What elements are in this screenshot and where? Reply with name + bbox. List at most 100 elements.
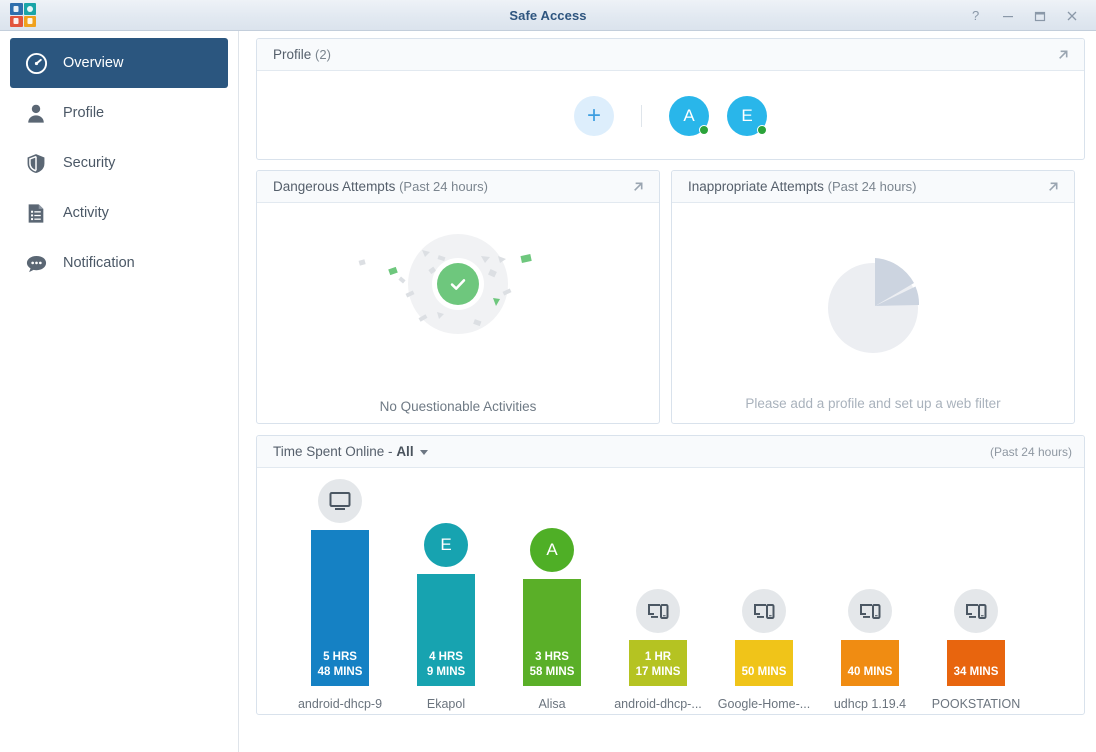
time-spent-online-header: Time Spent Online - All (Past 24 hours)	[257, 436, 1084, 468]
bar-category-label: android-dhcp-9	[297, 697, 383, 711]
sidebar-item-notification[interactable]: Notification	[10, 238, 228, 288]
dangerous-attempts-title: Dangerous Attempts (Past 24 hours)	[273, 179, 488, 194]
bar[interactable]: 34 MINS	[947, 640, 1005, 686]
profile-avatar-badge: E	[424, 523, 468, 567]
sidebar-item-activity[interactable]: Activity	[10, 188, 228, 238]
bar-value-label: 4 HRS	[429, 651, 463, 663]
bar-value-label: 48 MINS	[317, 666, 363, 678]
bar-value-label: 40 MINS	[847, 666, 893, 678]
gauge-icon	[23, 50, 49, 76]
divider	[641, 104, 642, 127]
maximize-button[interactable]	[1024, 0, 1056, 31]
add-profile-button[interactable]: +	[574, 95, 614, 136]
avatar[interactable]: A	[669, 95, 709, 136]
close-button[interactable]	[1056, 0, 1088, 31]
sidebar-item-profile[interactable]: Profile	[10, 88, 228, 138]
bar-column[interactable]: 5 HRS 48 MINS android-dhcp-9	[287, 479, 393, 714]
bar-chart-bars: 5 HRS 48 MINS android-dhcp-9 E 4 HRS 9 MINS Ek…	[257, 468, 1084, 714]
sidebar-item-overview[interactable]: Overview	[10, 38, 228, 88]
inappropriate-attempts-body: Please add a profile and set up a web fi…	[672, 203, 1074, 424]
sidebar-item-label: Notification	[63, 255, 135, 271]
bar-value-label: 1 HR	[644, 651, 672, 663]
attempts-row: Dangerous Attempts (Past 24 hours) No Qu…	[256, 170, 1085, 424]
profile-panel: Profile (2) + A E	[256, 38, 1085, 160]
profile-list: + A E	[257, 71, 1084, 160]
avatar-initial: A	[683, 105, 695, 125]
svg-text:?: ?	[972, 9, 979, 22]
devices-icon	[848, 589, 892, 633]
expand-arrow-icon[interactable]	[629, 178, 647, 196]
devices-icon	[636, 589, 680, 633]
bar[interactable]: 4 HRS 9 MINS	[417, 574, 475, 686]
chat-bubble-icon	[23, 250, 49, 276]
bar-value-label: 9 MINS	[426, 666, 466, 678]
inappropriate-attempts-title: Inappropriate Attempts (Past 24 hours)	[688, 179, 917, 194]
window-title-bar: Safe Access ?	[0, 0, 1096, 31]
bar-column[interactable]: 50 MINS Google-Home-...	[711, 589, 817, 714]
time-spent-online-title: Time Spent Online - All	[273, 444, 428, 459]
pie-chart-icon	[818, 250, 928, 360]
bar-value-label: 34 MINS	[953, 666, 999, 678]
dangerous-attempts-header: Dangerous Attempts (Past 24 hours)	[257, 171, 659, 203]
chevron-down-icon[interactable]	[419, 449, 428, 455]
bar-category-label: udhcp 1.19.4	[833, 697, 907, 711]
period-label: (Past 24 hours)	[989, 444, 1072, 459]
bar-column[interactable]: E 4 HRS 9 MINS Ekapol	[393, 523, 499, 714]
profile-panel-header: Profile (2)	[257, 39, 1084, 71]
avatar[interactable]: E	[727, 95, 767, 136]
sidebar-item-label: Security	[63, 155, 116, 171]
bar-value-label: 5 HRS	[323, 651, 357, 663]
online-status-dot	[699, 124, 709, 135]
bar[interactable]: 40 MINS	[841, 640, 899, 686]
inappropriate-empty-text: Please add a profile and set up a web fi…	[745, 396, 1001, 411]
window-controls: ?	[960, 0, 1088, 31]
bar-value-label: 17 MINS	[635, 666, 681, 678]
expand-arrow-icon[interactable]	[1044, 178, 1062, 196]
dangerous-attempts-body: No Questionable Activities	[257, 203, 659, 424]
minimize-button[interactable]	[992, 0, 1024, 31]
person-icon	[23, 100, 49, 126]
devices-icon	[742, 589, 786, 633]
bar-value-label: 3 HRS	[535, 651, 569, 663]
time-spent-online-chart: 5 HRS 48 MINS android-dhcp-9 E 4 HRS 9 MINS Ek…	[257, 468, 1084, 714]
inappropriate-attempts-header: Inappropriate Attempts (Past 24 hours)	[672, 171, 1074, 203]
shield-icon	[23, 150, 49, 176]
period-label: (Past 24 hours)	[827, 179, 917, 194]
bar-column[interactable]: 1 HR 17 MINS android-dhcp-...	[605, 589, 711, 714]
avatar-initial: E	[741, 105, 753, 125]
bar-column[interactable]: A 3 HRS 58 MINS Alisa	[499, 528, 605, 714]
monitor-icon	[318, 479, 362, 523]
bar[interactable]: 1 HR 17 MINS	[629, 640, 687, 686]
check-circle-icon	[437, 263, 479, 305]
safe-access-window: Safe Access ? Overview Profile Security …	[0, 0, 1096, 752]
bar-column[interactable]: 40 MINS udhcp 1.19.4	[817, 589, 923, 714]
bar[interactable]: 3 HRS 58 MINS	[523, 579, 581, 686]
expand-arrow-icon[interactable]	[1054, 46, 1072, 64]
confetti-illustration	[343, 228, 573, 363]
bar-column[interactable]: 34 MINS POOKSTATION	[923, 589, 1029, 714]
profile-panel-title: Profile (2)	[273, 47, 331, 62]
time-spent-online-panel: Time Spent Online - All (Past 24 hours) …	[256, 435, 1085, 715]
bar[interactable]: 5 HRS 48 MINS	[311, 530, 369, 686]
sidebar-item-security[interactable]: Security	[10, 138, 228, 188]
page-title: Safe Access	[509, 8, 587, 23]
profile-count: (2)	[315, 47, 331, 62]
bar-category-label: Ekapol	[426, 697, 466, 711]
bar-category-label: Google-Home-...	[717, 697, 811, 711]
help-button[interactable]: ?	[960, 0, 992, 31]
profile-avatar-badge: A	[530, 528, 574, 572]
dangerous-attempts-panel: Dangerous Attempts (Past 24 hours) No Qu…	[256, 170, 660, 424]
bar-category-label: POOKSTATION	[931, 697, 1021, 711]
sidebar-item-label: Activity	[63, 205, 109, 221]
bar[interactable]: 50 MINS	[735, 640, 793, 686]
bar-value-label: 58 MINS	[529, 666, 575, 678]
sidebar-item-label: Profile	[63, 105, 105, 121]
sidebar-item-label: Overview	[63, 55, 124, 71]
bar-category-label: android-dhcp-...	[614, 697, 702, 711]
bar-category-label: Alisa	[538, 697, 566, 711]
sidebar: Overview Profile Security Activity Notif…	[0, 31, 239, 752]
profile-filter-value[interactable]: All	[396, 444, 413, 459]
inappropriate-attempts-panel: Inappropriate Attempts (Past 24 hours) P…	[671, 170, 1075, 424]
main-content: Profile (2) + A E Dangerous Attempts (Pa…	[240, 31, 1096, 752]
document-list-icon	[23, 200, 49, 226]
